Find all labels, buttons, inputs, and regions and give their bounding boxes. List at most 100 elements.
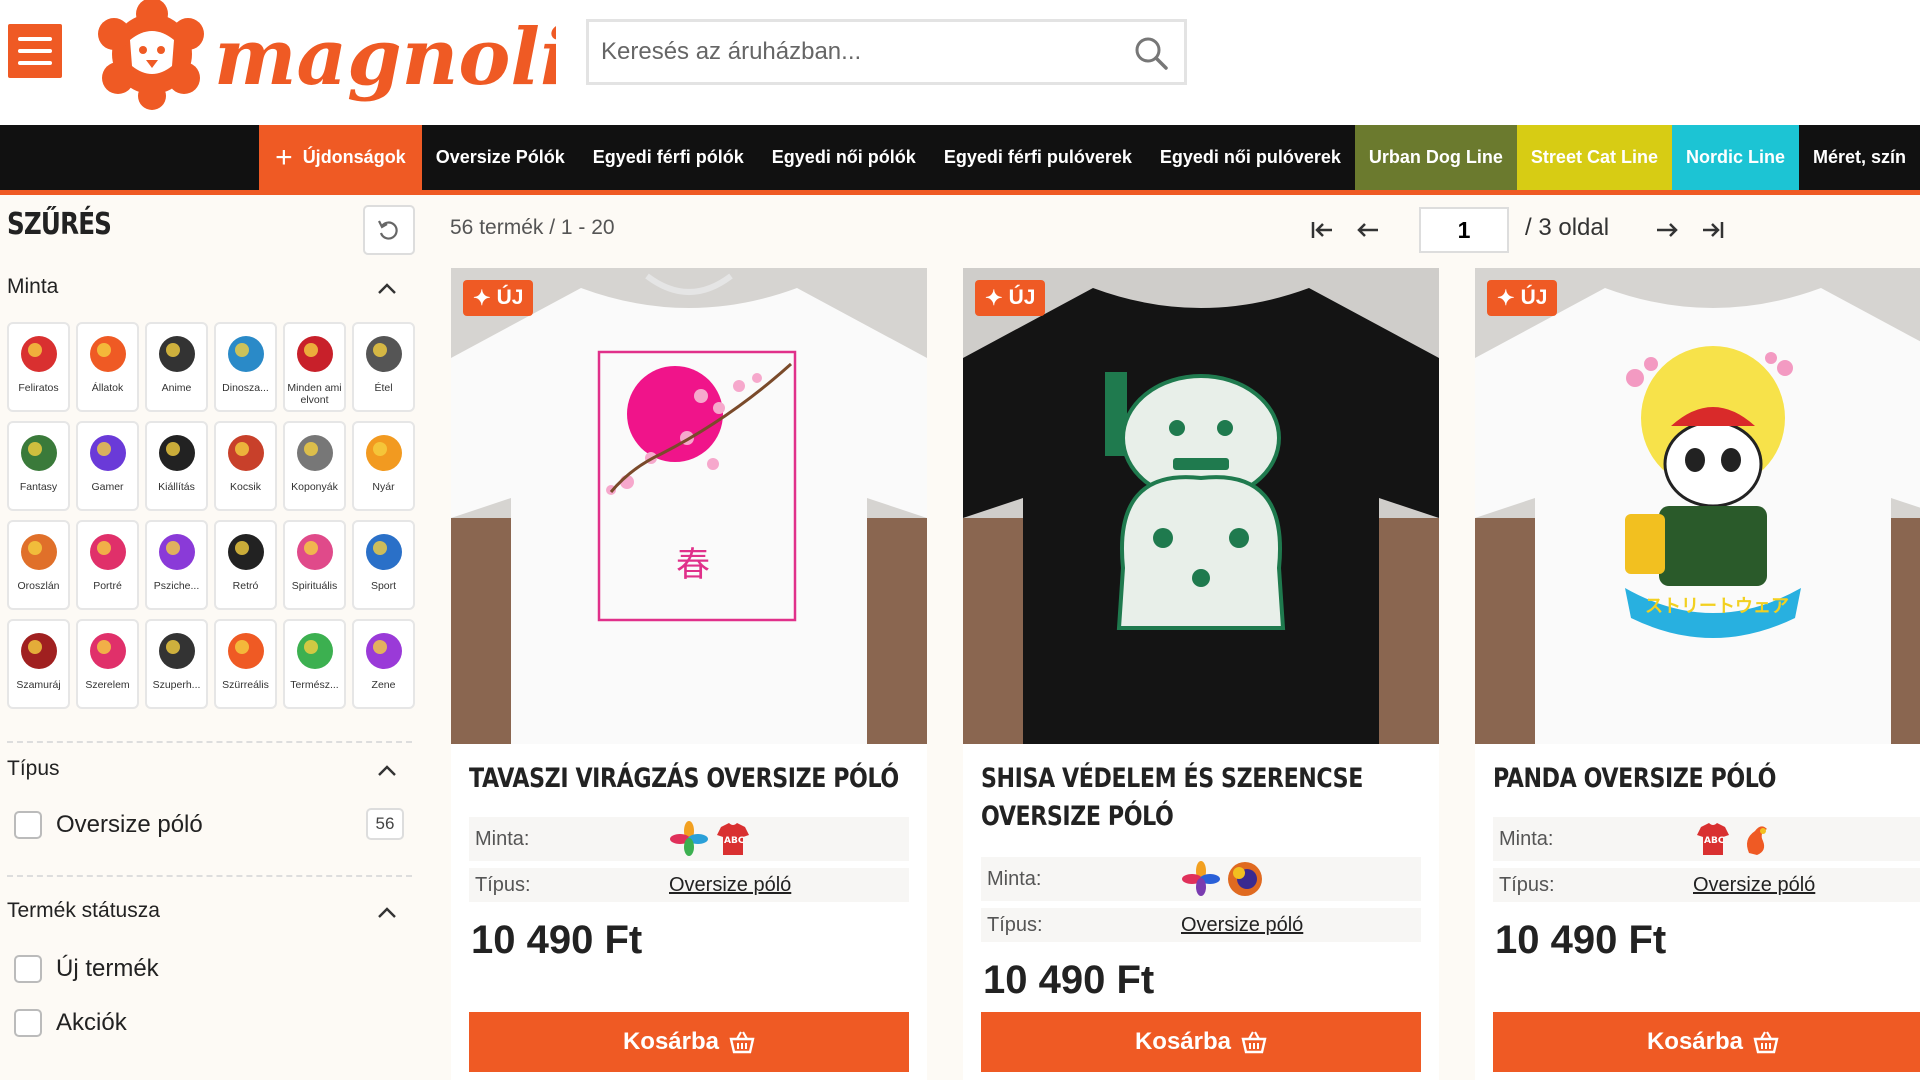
minta-tile[interactable]: Dinosza... — [214, 322, 277, 412]
cart-label: Kosárba — [622, 1028, 720, 1055]
lotus-icon[interactable] — [1181, 859, 1221, 899]
product-price: 10 490 Ft — [471, 918, 643, 962]
tipus-link[interactable]: Oversize póló — [1693, 874, 1815, 897]
add-to-cart-button[interactable]: Kosárba — [469, 1012, 909, 1072]
nav-item-oversize-polok[interactable]: Oversize Pólók — [422, 125, 579, 190]
reset-filters-button[interactable] — [363, 205, 415, 255]
badge-label: ÚJ — [1520, 286, 1548, 309]
site-header: magnolion — [0, 0, 1920, 125]
triangle-icon — [158, 435, 195, 471]
minta-tile[interactable]: Feliratos — [7, 322, 70, 412]
minta-tile[interactable]: Nyár — [352, 421, 415, 511]
tile-label: Szuperh... — [152, 679, 201, 691]
lotus-icon[interactable] — [669, 819, 709, 859]
tile-label: Gamer — [91, 481, 124, 493]
tipus-link[interactable]: Oversize póló — [669, 874, 791, 897]
attr-key: Típus: — [1499, 873, 1555, 896]
nav-item-ferfi-polok[interactable]: Egyedi férfi pólók — [579, 125, 758, 190]
next-page-icon[interactable] — [1653, 216, 1681, 244]
minta-tile[interactable]: Állatok — [76, 322, 139, 412]
sparkle-icon: ✦ — [473, 286, 491, 310]
checkbox[interactable] — [14, 1009, 42, 1037]
product-title[interactable]: Shisa védelem és szerencse oversize póló — [981, 760, 1421, 836]
attr-row-minta: Minta: ABC — [1493, 817, 1920, 861]
badge-label: ÚJ — [1008, 286, 1036, 309]
minta-tile[interactable]: Szamuráj — [7, 619, 70, 709]
search-box[interactable] — [586, 19, 1187, 85]
minta-tile[interactable]: Fantasy — [7, 421, 70, 511]
minta-tile[interactable]: Koponyák — [283, 421, 346, 511]
nav-item-noi-polok[interactable]: Egyedi női pólók — [758, 125, 930, 190]
tile-label: Oroszlán — [17, 580, 60, 592]
tile-label: Nyár — [372, 481, 395, 493]
minta-tile[interactable]: Szuperh... — [145, 619, 208, 709]
nav-item-meret-szin[interactable]: Méret, szín — [1799, 125, 1920, 190]
chevron-up-icon[interactable] — [375, 277, 399, 301]
product-image[interactable]: ストリートウェア ✦ ÚJ — [1475, 268, 1920, 744]
animal-icon[interactable] — [1737, 819, 1777, 859]
new-badge: ✦ ÚJ — [975, 280, 1046, 316]
hamburger-menu-button[interactable] — [8, 24, 62, 78]
minta-section-header[interactable]: Minta — [7, 275, 407, 307]
minta-tile[interactable]: Retró — [214, 520, 277, 610]
nav-item-noi-pulloverek[interactable]: Egyedi női pulóverek — [1146, 125, 1355, 190]
status-section-header[interactable]: Termék státusza — [7, 899, 407, 931]
plus-icon: + — [275, 140, 293, 174]
product-card[interactable]: 春 ✦ ÚJ Tavaszi virágzás oversize póló Min… — [451, 268, 927, 1080]
tipus-section-header[interactable]: Típus — [7, 757, 407, 789]
minta-tile[interactable]: Spirituális — [283, 520, 346, 610]
minta-tile[interactable]: Gamer — [76, 421, 139, 511]
magnolion-logo[interactable]: magnolion — [96, 0, 556, 112]
tipus-link[interactable]: Oversize póló — [1181, 914, 1303, 937]
filter-title: SZŰRÉS — [7, 207, 112, 242]
nav-item-nordic-line[interactable]: Nordic Line — [1671, 125, 1799, 190]
minta-tile[interactable]: Portré — [76, 520, 139, 610]
minta-tile[interactable]: Kocsik — [214, 421, 277, 511]
minta-tile[interactable]: Szerelem — [76, 619, 139, 709]
minta-tile[interactable]: Minden ami elvont — [283, 322, 346, 412]
filter-option-oversize-polo[interactable]: Oversize póló 56 — [14, 807, 404, 843]
nav-item-ujdonsagok[interactable]: + Újdonságok — [259, 125, 422, 190]
minta-tile[interactable]: Termész... — [283, 619, 346, 709]
checkbox[interactable] — [14, 811, 42, 839]
minta-tile[interactable]: Zene — [352, 619, 415, 709]
divider — [7, 741, 412, 743]
abc-shirt-icon[interactable]: ABC — [713, 819, 753, 859]
last-page-icon[interactable] — [1699, 216, 1727, 244]
product-image[interactable]: ✦ ÚJ — [963, 268, 1439, 744]
product-card[interactable]: ストリートウェア ✦ ÚJ Panda oversize póló Minta: … — [1475, 268, 1920, 1080]
psychedelic-icon — [158, 534, 195, 570]
nav-item-street-cat-line[interactable]: Street Cat Line — [1516, 125, 1672, 190]
minta-tile[interactable]: Kiállítás — [145, 421, 208, 511]
product-title[interactable]: Tavaszi virágzás oversize póló — [469, 760, 909, 798]
tile-label: Koponyák — [291, 481, 338, 493]
abc-shirt-icon[interactable]: ABC — [1693, 819, 1733, 859]
add-to-cart-button[interactable]: Kosárba — [1493, 1012, 1920, 1072]
prev-page-icon[interactable] — [1354, 216, 1382, 244]
attr-row-tipus: Típus: Oversize póló — [469, 868, 909, 902]
product-image[interactable]: 春 ✦ ÚJ — [451, 268, 927, 744]
filter-option-uj-termek[interactable]: Új termék — [14, 951, 404, 987]
lion-icon[interactable] — [1225, 859, 1265, 899]
add-to-cart-button[interactable]: Kosárba — [981, 1012, 1421, 1072]
nav-item-ferfi-pulloverek[interactable]: Egyedi férfi pulóverek — [930, 125, 1146, 190]
nav-item-urban-dog-line[interactable]: Urban Dog Line — [1354, 125, 1517, 190]
page-number-input[interactable] — [1419, 207, 1509, 253]
search-input[interactable] — [589, 38, 1109, 66]
minta-tile[interactable]: Sport — [352, 520, 415, 610]
minta-tile[interactable]: Psziche... — [145, 520, 208, 610]
product-title[interactable]: Panda oversize póló — [1493, 760, 1920, 798]
filter-option-akciok[interactable]: Akciók — [14, 1005, 404, 1041]
chevron-up-icon[interactable] — [375, 759, 399, 783]
product-card[interactable]: ✦ ÚJ Shisa védelem és szerencse oversize … — [963, 268, 1439, 1080]
chevron-up-icon[interactable] — [375, 901, 399, 925]
minta-tile[interactable]: Oroszlán — [7, 520, 70, 610]
checkbox[interactable] — [14, 955, 42, 983]
search-icon[interactable] — [1132, 34, 1170, 72]
minta-tile[interactable]: Szürreális — [214, 619, 277, 709]
first-page-icon[interactable] — [1308, 216, 1336, 244]
minta-tile[interactable]: Étel — [352, 322, 415, 412]
minta-tile[interactable]: Anime — [145, 322, 208, 412]
svg-text:magnolion: magnolion — [214, 12, 556, 103]
tile-label: Anime — [161, 382, 192, 394]
